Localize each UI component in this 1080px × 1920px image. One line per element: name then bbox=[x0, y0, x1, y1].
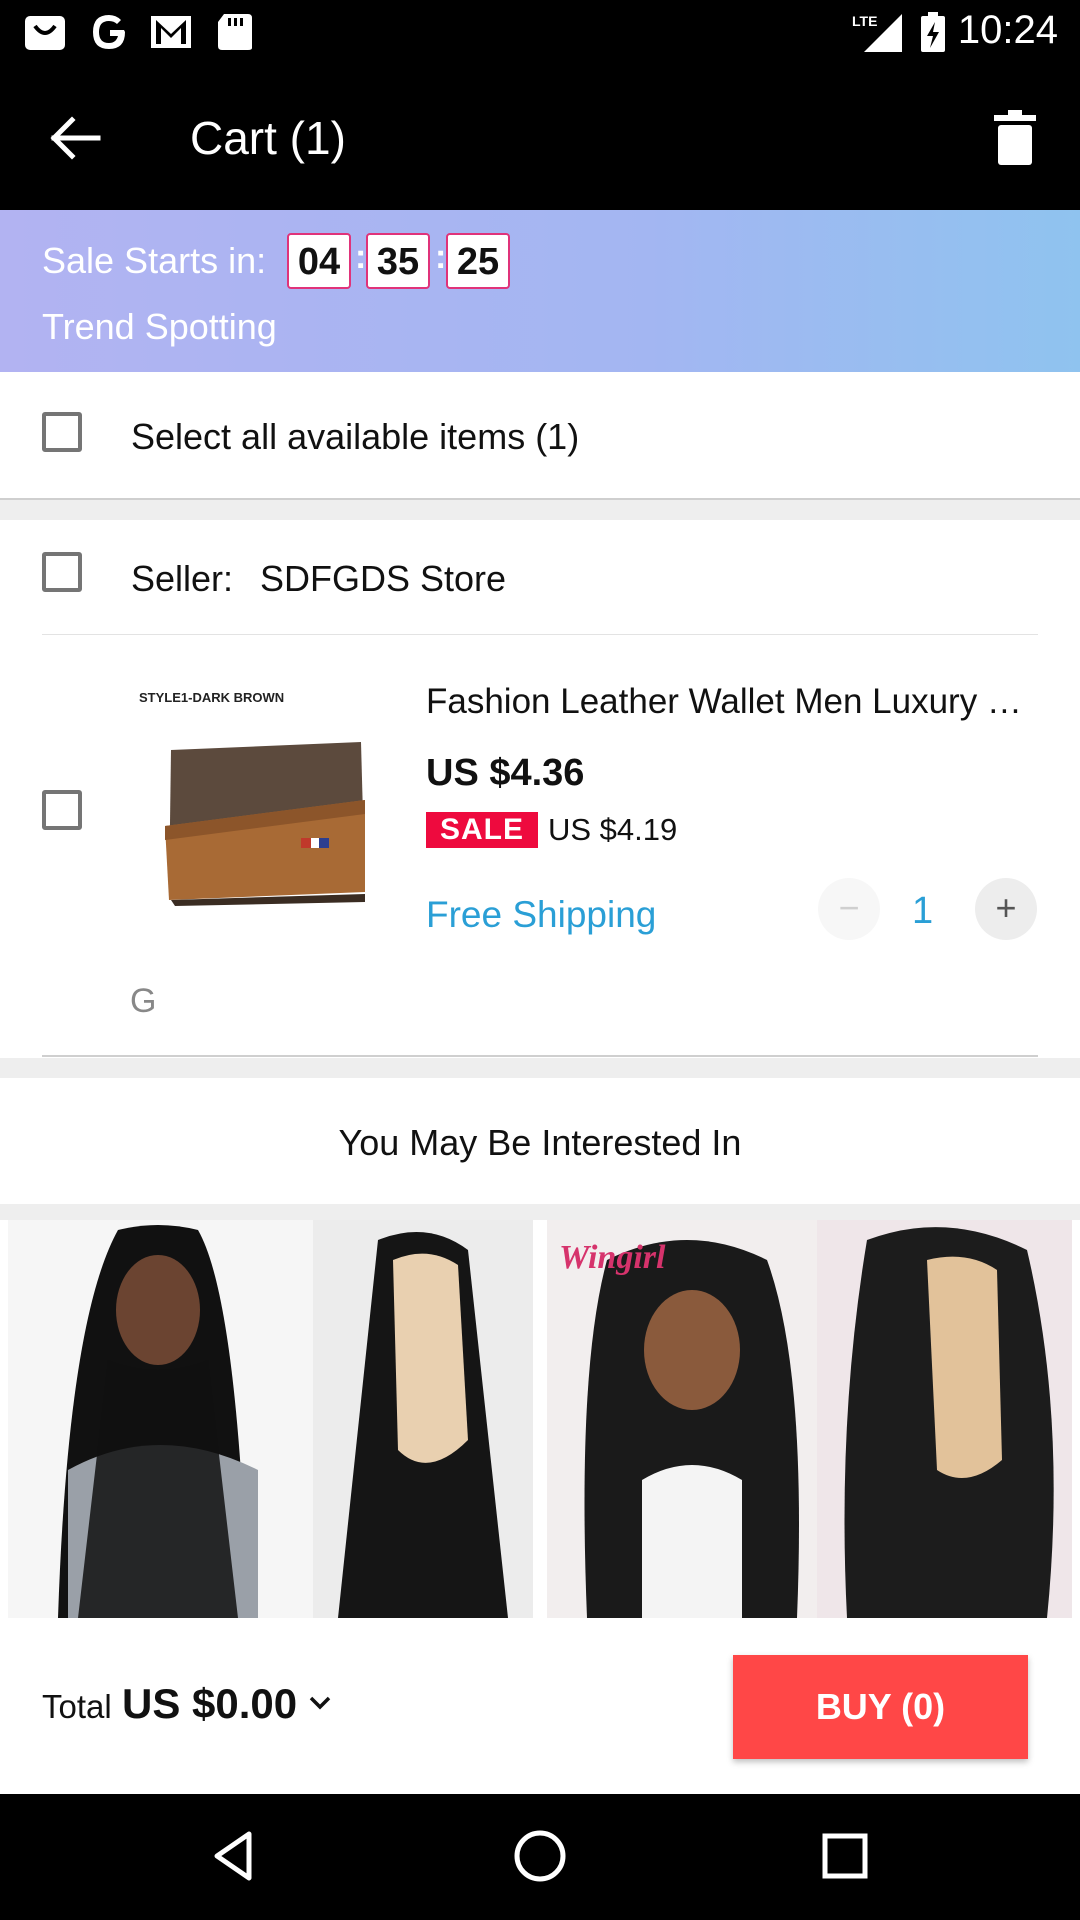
checkout-bar: Total US $0.00 BUY (0) bbox=[0, 1618, 1080, 1794]
clock: 10:24 bbox=[957, 8, 1058, 52]
sale-starts-label: Sale Starts in: bbox=[42, 240, 267, 281]
section-gap bbox=[0, 1204, 1080, 1220]
product-price: US $4.36 bbox=[426, 752, 585, 794]
recommended-product-card[interactable]: Wingirl bbox=[547, 1220, 1072, 1618]
app-bar: Cart (1) bbox=[0, 63, 1080, 210]
item-footer-label: G bbox=[130, 982, 157, 1020]
seller-name[interactable]: SDFGDS Store bbox=[260, 558, 506, 600]
select-all-checkbox[interactable] bbox=[42, 412, 82, 452]
hair-wig-curly-image: Wingirl bbox=[547, 1220, 1072, 1618]
battery-icon bbox=[921, 12, 945, 52]
google-icon bbox=[93, 15, 125, 49]
recommended-product-card[interactable] bbox=[8, 1220, 533, 1618]
countdown-hours: 04 bbox=[287, 233, 351, 289]
select-all-row[interactable]: Select all available items (1) bbox=[0, 372, 1080, 498]
countdown-minutes: 35 bbox=[366, 233, 430, 289]
sale-price: US $4.19 bbox=[548, 812, 678, 847]
hair-wig-straight-image bbox=[8, 1220, 533, 1618]
status-bar: LTE 10:24 bbox=[0, 0, 1080, 63]
quantity-decrease-button[interactable]: − bbox=[818, 878, 880, 940]
countdown-separator: : bbox=[435, 238, 447, 276]
seller-row[interactable]: Seller: SDFGDS Store bbox=[0, 520, 1080, 634]
select-all-label: Select all available items (1) bbox=[131, 416, 580, 457]
countdown-seconds: 25 bbox=[446, 233, 510, 289]
wallet-image bbox=[165, 742, 365, 906]
quantity-increase-button[interactable]: + bbox=[975, 878, 1037, 940]
product-image-caption: STYLE1-DARK BROWN bbox=[139, 690, 285, 705]
trend-spotting-label: Trend Spotting bbox=[42, 306, 277, 347]
system-nav-bar bbox=[0, 1794, 1080, 1920]
page-title: Cart (1) bbox=[190, 112, 346, 164]
buy-button[interactable]: BUY (0) bbox=[733, 1655, 1028, 1759]
chevron-down-icon[interactable] bbox=[305, 1688, 335, 1718]
countdown-separator: : bbox=[355, 238, 367, 276]
nav-back-icon[interactable] bbox=[205, 1826, 265, 1886]
sale-badge: SALE bbox=[426, 812, 538, 848]
item-checkbox[interactable] bbox=[42, 790, 82, 830]
section-gap bbox=[0, 1058, 1080, 1078]
back-arrow-icon[interactable] bbox=[40, 103, 110, 173]
sd-card-icon bbox=[218, 14, 252, 50]
seller-checkbox[interactable] bbox=[42, 552, 82, 592]
nav-recents-icon[interactable] bbox=[815, 1826, 875, 1886]
total-amount: US $0.00 bbox=[122, 1680, 298, 1727]
total-label: Total bbox=[42, 1688, 112, 1725]
quantity-value[interactable]: 1 bbox=[912, 890, 933, 933]
divider bbox=[42, 1055, 1038, 1057]
section-gap bbox=[0, 500, 1080, 520]
product-image[interactable]: STYLE1-DARK BROWN bbox=[131, 680, 391, 940]
trash-icon[interactable] bbox=[980, 103, 1050, 173]
free-shipping-label: Free Shipping bbox=[426, 894, 657, 935]
signal-icon: LTE bbox=[852, 13, 902, 52]
gmail-icon bbox=[151, 16, 191, 48]
shopping-bag-icon bbox=[25, 16, 65, 50]
svg-text:LTE: LTE bbox=[852, 13, 877, 29]
nav-home-icon[interactable] bbox=[510, 1826, 570, 1886]
recommendations-title: You May Be Interested In bbox=[338, 1122, 742, 1163]
product-title[interactable]: Fashion Leather Wallet Men Luxury … bbox=[426, 682, 1036, 722]
sale-countdown-banner[interactable]: Sale Starts in: 04 : 35 : 25 Trend Spott… bbox=[0, 210, 1080, 372]
brand-logo-text: Wingirl bbox=[559, 1239, 666, 1276]
seller-prefix: Seller: bbox=[131, 558, 234, 599]
